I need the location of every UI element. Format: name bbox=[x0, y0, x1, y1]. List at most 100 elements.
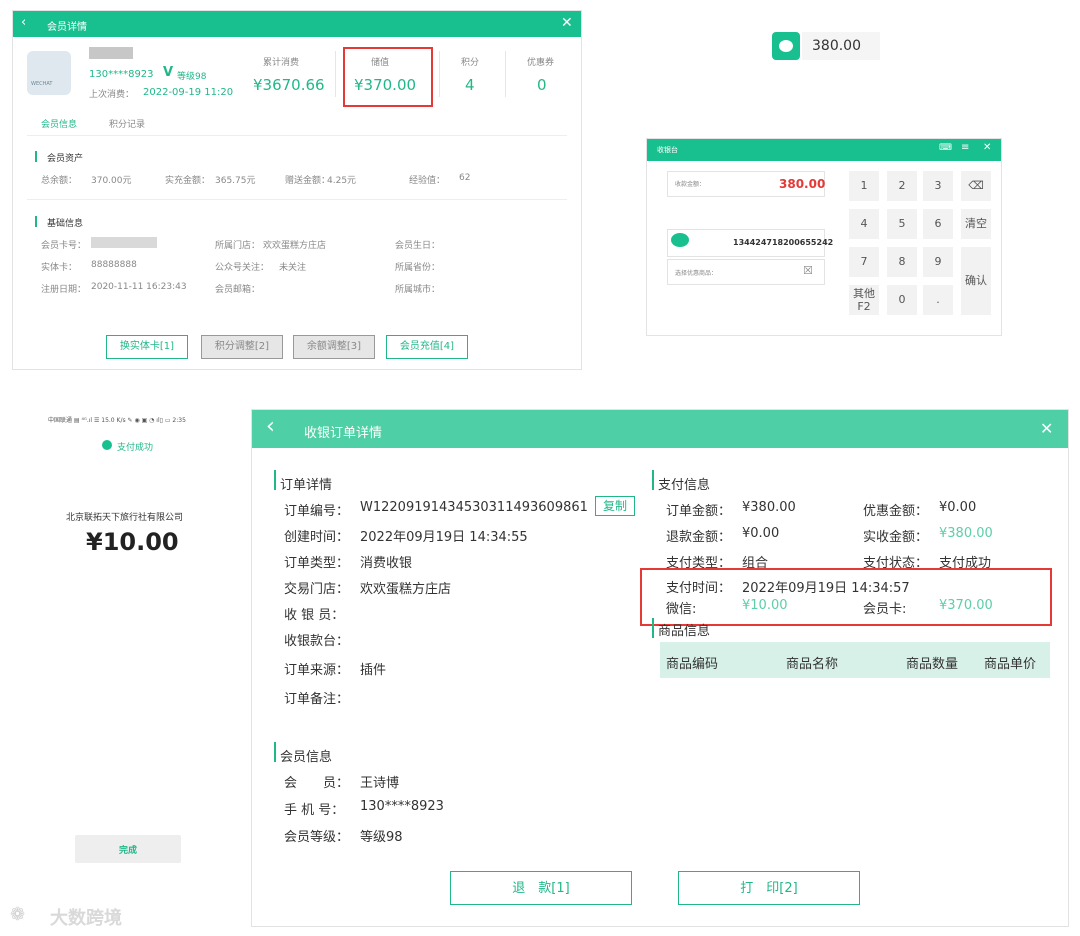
physical-card-value: 88888888 bbox=[91, 260, 137, 270]
key-dot[interactable]: . bbox=[923, 285, 953, 315]
key-5[interactable]: 5 bbox=[887, 209, 917, 239]
key-0[interactable]: 0 bbox=[887, 285, 917, 315]
tab-member-info[interactable]: 会员信息 bbox=[41, 117, 77, 130]
piggy-bank-icon bbox=[772, 32, 800, 60]
city-label: 所属城市： bbox=[395, 285, 441, 295]
detail-title: 订单详情 bbox=[280, 478, 333, 493]
watermark-logo-icon: ❁ bbox=[10, 904, 26, 925]
key-4[interactable]: 4 bbox=[849, 209, 879, 239]
wechat-follow-label: 公众号关注： bbox=[215, 263, 270, 273]
print-button[interactable]: 打 印[2] bbox=[678, 871, 860, 905]
key-9[interactable]: 9 bbox=[923, 247, 953, 277]
register-value: 2020-11-11 16:23:43 bbox=[91, 282, 187, 292]
order-no-value: W1220919143453031149360986​1 bbox=[360, 500, 588, 515]
refund-button[interactable]: 退 款[1] bbox=[450, 871, 632, 905]
asset-real-value: 365.75元 bbox=[215, 176, 256, 186]
order-title: 收银订单详情 bbox=[304, 426, 383, 441]
phone-status-bar: 中国联通 ▤ ⁴ᴳ.ıl ☰ 15.0 K/s ✎ ◉ ▣ ◔ ıl▯ ▭ 2:… bbox=[48, 417, 186, 424]
cashier-panel: 收银台 ⌨ ≡ ✕ 收款金额： 380.00 13442471820065524… bbox=[646, 138, 1002, 336]
asset-total-value: 370.00元 bbox=[91, 176, 132, 186]
other-label: 其他 bbox=[853, 287, 875, 300]
discount-label: 优惠金额： bbox=[863, 504, 929, 519]
print-button-label: 打 印[2] bbox=[740, 881, 798, 896]
balance-adjust-button[interactable]: 余额调整[3] bbox=[293, 335, 375, 359]
close-icon[interactable]: ✕ bbox=[983, 142, 991, 153]
asset-real-label: 实充金额： bbox=[165, 176, 211, 186]
member-section-bar bbox=[274, 742, 276, 762]
member-detail-title: 会员详情 bbox=[47, 22, 87, 33]
copy-label: 复制 bbox=[602, 499, 627, 513]
goods-col-price: 商品单价 bbox=[984, 657, 1037, 672]
back-icon[interactable]: ‹ bbox=[21, 15, 26, 30]
tabs-divider bbox=[27, 135, 567, 136]
card-no-label: 会员卡号： bbox=[41, 241, 87, 251]
store-label: 所属门店： bbox=[215, 241, 261, 251]
back-icon[interactable]: ‹ bbox=[266, 414, 275, 439]
copy-button[interactable]: 复制 bbox=[595, 496, 635, 516]
key-1[interactable]: 1 bbox=[849, 171, 879, 201]
member-level-value: 等级98 bbox=[360, 830, 403, 845]
goods-title: 商品信息 bbox=[658, 624, 711, 639]
amount-value: 380.00 bbox=[779, 177, 826, 191]
goods-section-bar bbox=[652, 618, 654, 638]
balance-badge: 380.00 bbox=[772, 32, 880, 60]
member-name-mosaic bbox=[89, 47, 133, 59]
received-label: 实收金额： bbox=[863, 530, 929, 545]
asset-exp-value: 62 bbox=[459, 173, 471, 183]
key-2[interactable]: 2 bbox=[887, 171, 917, 201]
change-card-button[interactable]: 换实体卡[1] bbox=[106, 335, 188, 359]
store-value: 欢欢蛋糕方庄店 bbox=[263, 241, 327, 251]
cart-icon[interactable]: ☒ bbox=[803, 264, 813, 277]
merchant-name: 北京联拓天下旅行社有限公司 bbox=[66, 513, 184, 523]
backspace-icon[interactable]: ⌫ bbox=[961, 171, 991, 201]
member-recharge-button[interactable]: 会员充值[4] bbox=[386, 335, 468, 359]
basic-title: 基础信息 bbox=[47, 219, 84, 229]
member-level-label: 会员等级： bbox=[284, 830, 350, 845]
coupon-placeholder: 选择优惠商品： bbox=[675, 270, 718, 277]
done-button[interactable]: 完成 bbox=[75, 835, 181, 863]
key-8[interactable]: 8 bbox=[887, 247, 917, 277]
birthday-label: 会员生日： bbox=[395, 241, 441, 251]
counter-label: 收银款台： bbox=[284, 634, 350, 649]
key-6[interactable]: 6 bbox=[923, 209, 953, 239]
avatar: WECHAT bbox=[27, 51, 71, 95]
created-value: 2022年09月19日 14:34:55 bbox=[360, 530, 528, 545]
menu-icon[interactable]: ≡ bbox=[961, 142, 969, 153]
stat-label-coupons: 优惠券 bbox=[527, 58, 555, 68]
tab-points-record[interactable]: 积分记录 bbox=[109, 117, 145, 130]
member-title: 会员信息 bbox=[280, 750, 333, 765]
key-7[interactable]: 7 bbox=[849, 247, 879, 277]
last-consume-time: 2022-09-19 11:20 bbox=[143, 87, 234, 98]
order-type-value: 消费收银 bbox=[360, 556, 413, 571]
key-3[interactable]: 3 bbox=[923, 171, 953, 201]
member-name-value: 王诗博 bbox=[360, 776, 400, 791]
asset-gift-label: 赠送金额： bbox=[285, 176, 331, 186]
order-type-label: 订单类型： bbox=[284, 556, 350, 571]
store-label: 交易门店： bbox=[284, 582, 350, 597]
success-check-icon bbox=[102, 440, 112, 450]
remark-label: 订单备注： bbox=[284, 692, 350, 707]
clear-key[interactable]: 清空 bbox=[961, 209, 991, 239]
close-icon[interactable]: ✕ bbox=[561, 15, 573, 31]
order-no-label: 订单编号： bbox=[284, 504, 350, 519]
close-icon[interactable]: ✕ bbox=[1040, 419, 1053, 438]
confirm-label: 确认 bbox=[965, 274, 987, 287]
stat-label-points: 积分 bbox=[461, 58, 480, 68]
other-shortcut: F2 bbox=[857, 300, 871, 313]
stat-value-points: 4 bbox=[465, 76, 475, 94]
asset-total-label: 总余额： bbox=[41, 176, 78, 186]
detail-section-bar bbox=[274, 470, 276, 490]
stat-divider bbox=[505, 51, 506, 97]
done-label: 完成 bbox=[118, 846, 137, 856]
member-detail-header bbox=[13, 11, 581, 37]
keyboard-icon[interactable]: ⌨ bbox=[939, 143, 952, 153]
confirm-key[interactable]: 确认 bbox=[961, 247, 991, 315]
cashier-label: 收 银 员： bbox=[284, 608, 345, 623]
points-adjust-button[interactable]: 积分调整[2] bbox=[201, 335, 283, 359]
other-key[interactable]: 其他 F2 bbox=[849, 285, 879, 315]
goods-col-qty: 商品数量 bbox=[906, 657, 959, 672]
physical-card-label: 实体卡： bbox=[41, 263, 78, 273]
goods-col-code: 商品编码 bbox=[666, 657, 719, 672]
order-amount-label: 订单金额： bbox=[666, 504, 732, 519]
stat-divider bbox=[439, 51, 440, 97]
